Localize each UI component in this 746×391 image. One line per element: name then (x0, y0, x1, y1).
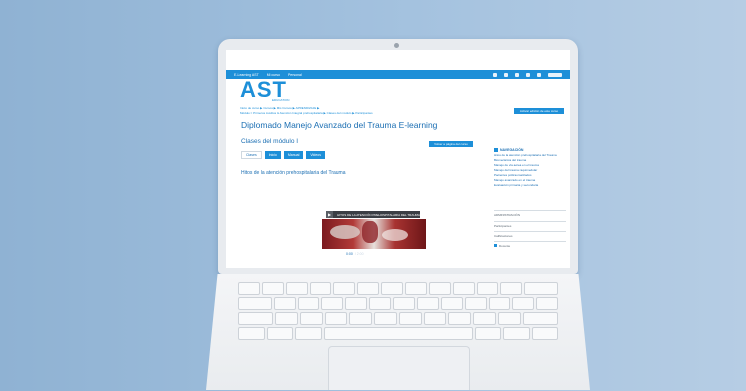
personal-menu[interactable]: Personal (288, 73, 302, 77)
site-logo[interactable]: AST (240, 79, 287, 101)
tab-manual[interactable]: Manual (283, 151, 304, 159)
section-title: Clases del módulo I (241, 138, 299, 145)
lesson-heading: Hitos de la atención prehospitalaria del… (241, 170, 346, 176)
section-tabs: Clases Inicio Manual Videos (241, 151, 325, 159)
teacher-icon (494, 244, 497, 247)
laptop-lid: E-Learning AST Mi curso Personal AST EDU… (218, 39, 578, 274)
sidebar-navigation: NAVEGACIÓN Hitos de la atención prehospi… (494, 148, 566, 188)
laptop-base (206, 274, 590, 390)
my-courses-menu[interactable]: Mi curso (267, 73, 280, 77)
user-menu[interactable] (548, 72, 562, 77)
video-time: 0:00/ 2:00 (346, 252, 364, 256)
search-icon[interactable] (515, 72, 519, 77)
sidebar-admin-heading: ADMINISTRACIÓN (494, 210, 566, 217)
sidebar-grades-link[interactable]: Calificaciones (494, 231, 566, 238)
sidebar-link[interactable]: Evaluación primaria y secundaria (494, 183, 566, 188)
turn-editing-on-button[interactable]: Activar edición de este curso (514, 108, 564, 114)
breadcrumb-line-2[interactable]: Módulo I: Primeros Auxilios & Atención I… (240, 111, 430, 116)
laptop-screen: E-Learning AST Mi curso Personal AST EDU… (226, 50, 570, 268)
logo-subtitle: EDUCATION (272, 98, 290, 102)
trackpad[interactable] (328, 346, 470, 390)
course-title: Diplomado Manejo Avanzado del Trauma E-l… (241, 120, 438, 130)
calendar-icon[interactable] (537, 72, 541, 77)
tab-videos[interactable]: Videos (306, 151, 325, 159)
tab-inicio[interactable]: Inicio (264, 151, 281, 159)
photo-backdrop: E-Learning AST Mi curso Personal AST EDU… (0, 0, 746, 390)
video-time-current: 0:00 (346, 252, 353, 256)
webcam (394, 43, 399, 48)
video-title: HITOS DE LA ATENCIÓN PREHOSPITALARIA DEL… (337, 212, 420, 217)
site-home-link[interactable]: E-Learning AST (234, 73, 259, 77)
video-thumbnail[interactable] (322, 219, 426, 249)
sidebar-teacher-label: Docente (499, 244, 511, 248)
tab-clases[interactable]: Clases (241, 151, 262, 159)
play-icon[interactable]: ▶ (326, 211, 334, 218)
back-to-course-button[interactable]: Volver a página del curso (429, 141, 473, 147)
sidebar-teacher-item[interactable]: Docente (494, 241, 566, 248)
notifications-icon[interactable] (504, 72, 508, 77)
video-title-bar: ▶ HITOS DE LA ATENCIÓN PREHOSPITALARIA D… (326, 211, 420, 218)
settings-icon[interactable] (526, 72, 530, 77)
breadcrumb: Inicio de curso ▶ Cursos ▶ Mis Cursos ▶ … (240, 106, 430, 116)
video-time-total: / 2:00 (354, 252, 364, 256)
keyboard (238, 282, 559, 340)
messages-icon[interactable] (493, 72, 497, 77)
navbar-actions (493, 72, 562, 77)
sidebar-participants-link[interactable]: Participantes (494, 221, 566, 228)
